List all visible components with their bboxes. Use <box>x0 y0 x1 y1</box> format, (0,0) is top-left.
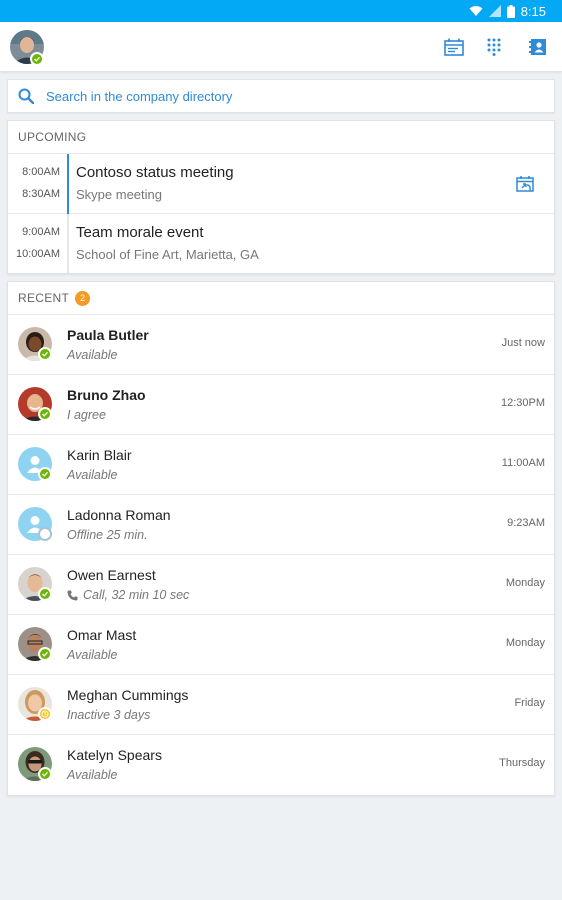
contact-time: Just now <box>501 337 545 349</box>
contact-name: Meghan Cummings <box>67 687 189 703</box>
meeting-start: 9:00AM <box>22 226 60 238</box>
contact-time: 11:00AM <box>501 457 545 469</box>
upcoming-title: UPCOMING <box>18 130 87 144</box>
contacts-icon <box>529 38 547 56</box>
meeting-end: 8:30AM <box>22 188 60 200</box>
meeting-now-indicator <box>67 154 69 214</box>
search-input[interactable]: Search in the company directory <box>46 89 232 104</box>
join-meeting-icon[interactable] <box>516 175 534 193</box>
meeting-title: Contoso status meeting <box>76 164 234 181</box>
contact-time: Friday <box>514 697 545 709</box>
presence-inactive-icon <box>38 707 52 721</box>
presence-available-icon <box>38 347 52 361</box>
contact-name: Paula Butler <box>67 327 149 343</box>
battery-icon <box>506 4 515 18</box>
my-presence-available-icon <box>30 52 44 66</box>
contact-name: Owen Earnest <box>67 567 156 583</box>
contact-status-text: Offline 25 min. <box>67 528 148 542</box>
contact-status: Call, 32 min 10 sec <box>67 588 189 602</box>
wifi-icon <box>469 5 483 17</box>
contact-status-text: Inactive 3 days <box>67 708 151 722</box>
phone-icon <box>67 590 78 601</box>
contact-row[interactable]: Meghan Cummings Inactive 3 days Friday <box>8 675 554 735</box>
contact-status: Inactive 3 days <box>67 708 150 722</box>
meeting-start: 8:00AM <box>22 166 60 178</box>
contact-name: Ladonna Roman <box>67 507 171 523</box>
presence-available-icon <box>38 647 52 661</box>
status-time: 8:15 <box>520 3 546 19</box>
contact-time: Monday <box>505 637 545 649</box>
contact-status: Offline 25 min. <box>67 528 148 542</box>
dialpad-icon <box>487 38 501 56</box>
contact-name: Katelyn Spears <box>67 747 162 763</box>
contact-status: Available <box>67 648 118 662</box>
contacts-button[interactable] <box>527 36 549 58</box>
search-icon <box>18 88 34 104</box>
contact-status: Available <box>67 768 118 782</box>
contact-time: 9:23AM <box>507 517 545 529</box>
presence-available-icon <box>38 407 52 421</box>
contact-status: Available <box>67 348 118 362</box>
recent-card: RECENT 2 Paula Butler Available Just now… <box>7 281 555 796</box>
app-bar <box>0 22 562 72</box>
contact-row[interactable]: Karin Blair Available 11:00AM <box>8 435 554 495</box>
contact-name: Omar Mast <box>67 627 137 643</box>
contact-status-text: I agree <box>67 408 106 422</box>
meeting-end: 10:00AM <box>15 248 60 260</box>
recent-title: RECENT <box>18 291 70 305</box>
contact-status-text: Available <box>67 468 118 482</box>
presence-available-icon <box>38 767 52 781</box>
dialpad-button[interactable] <box>483 36 505 58</box>
contact-row[interactable]: Owen Earnest Call, 32 min 10 sec Monday <box>8 555 554 615</box>
presence-available-icon <box>38 467 52 481</box>
presence-offline-icon <box>38 527 52 541</box>
contact-row[interactable]: Omar Mast Available Monday <box>8 615 554 675</box>
meeting-subtitle: Skype meeting <box>76 187 162 202</box>
meeting-item[interactable]: 8:00AM 8:30AM Contoso status meeting Sky… <box>8 154 554 214</box>
meetings-icon <box>444 38 464 56</box>
meetings-button[interactable] <box>443 36 465 58</box>
contact-status: I agree <box>67 408 106 422</box>
recent-count-badge: 2 <box>75 290 91 306</box>
contact-status-text: Available <box>67 348 118 362</box>
contact-time: Monday <box>505 577 545 589</box>
meeting-title: Team morale event <box>76 224 204 241</box>
status-bar: 8:15 <box>0 0 562 22</box>
contact-row[interactable]: Ladonna Roman Offline 25 min. 9:23AM <box>8 495 554 555</box>
contact-status-text: Available <box>67 768 118 782</box>
meeting-item[interactable]: 9:00AM 10:00AM Team morale event School … <box>8 214 554 274</box>
contact-status-text: Available <box>67 648 118 662</box>
contact-status: Available <box>67 468 118 482</box>
contact-status-text: Call, 32 min 10 sec <box>83 588 190 602</box>
meeting-divider <box>67 214 69 274</box>
recent-header: RECENT 2 <box>8 282 554 315</box>
contact-time: Thursday <box>499 757 545 769</box>
signal-icon <box>488 5 501 17</box>
upcoming-header: UPCOMING <box>8 121 554 154</box>
contact-row[interactable]: Paula Butler Available Just now <box>8 315 554 375</box>
meeting-subtitle: School of Fine Art, Marietta, GA <box>76 247 259 262</box>
contact-name: Bruno Zhao <box>67 387 146 403</box>
contact-row[interactable]: Bruno Zhao I agree 12:30PM <box>8 375 554 435</box>
contact-row[interactable]: Katelyn Spears Available Thursday <box>8 735 554 795</box>
directory-search-bar[interactable]: Search in the company directory <box>7 79 555 113</box>
upcoming-card: UPCOMING 8:00AM 8:30AM Contoso status me… <box>7 120 555 274</box>
contact-name: Karin Blair <box>67 447 132 463</box>
presence-available-icon <box>38 587 52 601</box>
contact-time: 12:30PM <box>500 397 545 409</box>
